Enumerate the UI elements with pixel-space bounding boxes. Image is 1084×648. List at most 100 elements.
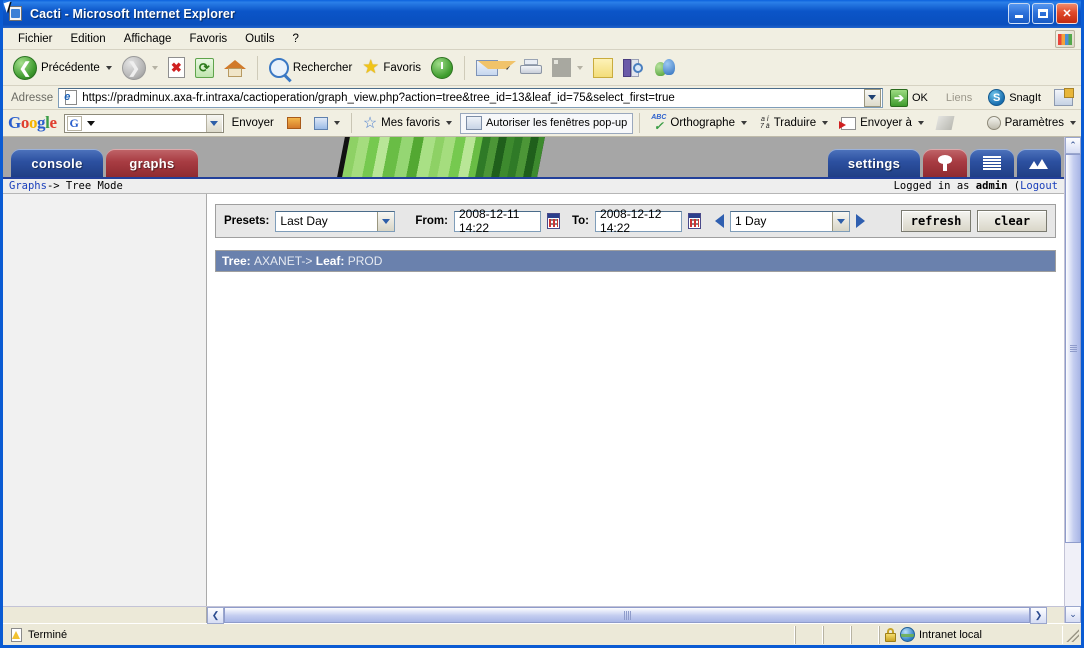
horizontal-scrollbar[interactable]: ❮ ❯	[3, 606, 1064, 624]
to-input[interactable]: 2008-12-12 14:22	[595, 207, 682, 235]
google-sendto-button[interactable]: Envoyer à	[836, 116, 929, 131]
google-search-input[interactable]: G	[63, 113, 224, 133]
menu-item-fichier[interactable]: Fichier	[9, 31, 62, 47]
from-label: From:	[415, 215, 448, 227]
maximize-button[interactable]	[1032, 3, 1054, 24]
print-button[interactable]	[516, 53, 546, 83]
sendto-caret-icon[interactable]	[917, 121, 924, 125]
search-icon	[268, 57, 289, 78]
hscroll-right-button[interactable]: ❯	[1030, 607, 1047, 624]
tab-preview-mode[interactable]	[1017, 149, 1061, 177]
autofill-caret-icon[interactable]	[333, 121, 340, 125]
google-spellcheck-button[interactable]: ABC ✓ Orthographe	[646, 114, 752, 132]
messenger-button[interactable]	[651, 53, 681, 83]
google-separator-2	[639, 113, 641, 133]
google-engine-icon[interactable]: G	[66, 115, 82, 131]
address-dropdown-button[interactable]	[863, 88, 881, 107]
google-translate-button[interactable]: a í 7 ä Traduire	[755, 115, 833, 131]
chart-icon	[1029, 157, 1049, 169]
forward-button[interactable]: ❯	[118, 53, 162, 83]
logout-link[interactable]: Logout	[1020, 180, 1058, 192]
tab-console[interactable]: console	[11, 149, 103, 177]
login-paren: (	[1007, 180, 1021, 192]
status-message-cell: Terminé	[5, 625, 795, 644]
research-button[interactable]	[619, 53, 649, 83]
go-button[interactable]: ➔ OK	[888, 88, 934, 108]
close-button[interactable]: ✕	[1056, 3, 1078, 24]
vscroll-track[interactable]	[1065, 154, 1081, 606]
refresh-button[interactable]: refresh	[901, 210, 972, 232]
left-nav-panel	[3, 194, 207, 606]
snagit-button[interactable]: S SnagIt	[984, 89, 1045, 106]
history-button[interactable]	[427, 53, 457, 83]
calendar-icon-to[interactable]	[687, 213, 702, 229]
menu-item-help[interactable]: ?	[284, 31, 308, 47]
breadcrumb-bar: Graphs-> Tree Mode Logged in as admin (L…	[3, 177, 1064, 194]
google-history-dropdown[interactable]	[205, 114, 222, 132]
timespan-select[interactable]: 1 Day	[730, 210, 851, 232]
breadcrumb-separator: ->	[46, 180, 66, 192]
vscroll-up-button[interactable]: ⌃	[1065, 137, 1081, 154]
vscroll-thumb[interactable]	[1065, 154, 1081, 543]
chevron-down-icon-2[interactable]	[832, 211, 850, 231]
spell-caret-icon[interactable]	[740, 121, 747, 125]
google-eraser-button[interactable]	[932, 115, 958, 131]
shift-left-arrow-icon[interactable]	[715, 214, 725, 228]
chevron-down-icon[interactable]	[377, 211, 395, 231]
settings-caret-icon[interactable]	[1070, 121, 1076, 125]
links-label[interactable]: Liens	[939, 92, 979, 104]
calendar-icon-from[interactable]	[546, 213, 560, 229]
google-bookmarks-button[interactable]: ☆ Mes favoris	[358, 115, 457, 132]
clear-button[interactable]: clear	[977, 210, 1048, 232]
notes-button[interactable]	[589, 53, 617, 83]
address-input[interactable]: e https://pradminux.axa-fr.intraxa/cacti…	[58, 87, 883, 108]
menu-item-favoris[interactable]: Favoris	[180, 31, 236, 47]
app-icon	[3, 1, 25, 23]
home-button[interactable]	[220, 53, 250, 83]
google-autofill-button[interactable]	[309, 116, 345, 131]
from-input[interactable]: 2008-12-11 14:22	[453, 207, 541, 235]
snagit-capture-button[interactable]	[1050, 88, 1077, 106]
cacti-right-tabs: settings	[828, 149, 1064, 177]
shift-right-arrow-icon[interactable]	[856, 214, 866, 228]
favorites-button[interactable]: ★ Favoris	[358, 53, 425, 83]
back-dropdown-caret[interactable]	[105, 65, 112, 70]
google-send-button[interactable]: Envoyer	[227, 116, 279, 130]
tab-settings[interactable]: settings	[828, 149, 920, 177]
hscroll-bar[interactable]: ❮ ❯	[207, 607, 1047, 624]
vertical-scrollbar[interactable]: ⌃ ⌄	[1064, 137, 1081, 623]
vscroll-down-button[interactable]: ⌄	[1065, 606, 1081, 623]
menu-item-outils[interactable]: Outils	[236, 31, 283, 47]
google-popup-blocker-button[interactable]: Autoriser les fenêtres pop-up	[459, 112, 634, 134]
search-button[interactable]: Rechercher	[265, 53, 356, 83]
translate-caret-icon[interactable]	[822, 121, 829, 125]
google-settings-button[interactable]: Paramètres	[982, 115, 1081, 131]
stop-button[interactable]: ✖	[164, 53, 189, 83]
refresh-button[interactable]: ⟳	[191, 53, 218, 83]
tab-tree-mode[interactable]	[923, 149, 967, 177]
google-engine-caret-icon[interactable]	[84, 116, 98, 130]
browser-toolbar: ❮ Précédente ❯ ✖ ⟳ Rechercher ★ Favoris	[3, 50, 1081, 86]
presets-select[interactable]: Last Day	[275, 210, 396, 232]
security-zone-cell[interactable]: Intranet local	[879, 625, 1063, 644]
star-icon: ★	[362, 57, 380, 78]
main-content: Presets: Last Day From: 2008-12-11 14:22…	[207, 194, 1064, 606]
to-label: To:	[571, 215, 590, 227]
menu-item-edition[interactable]: Edition	[62, 31, 115, 47]
menu-item-affichage[interactable]: Affichage	[115, 31, 181, 47]
home-icon	[223, 58, 246, 78]
resize-grip[interactable]	[1065, 627, 1079, 642]
tab-list-mode[interactable]	[970, 149, 1014, 177]
mail-button[interactable]	[472, 53, 517, 83]
minimize-button[interactable]	[1008, 3, 1030, 24]
hscroll-grip	[623, 610, 631, 620]
tab-graphs[interactable]: graphs	[106, 149, 198, 177]
back-button[interactable]: ❮ Précédente	[9, 53, 116, 83]
bookmarks-caret-icon[interactable]	[445, 121, 452, 125]
google-settings-label: Paramètres	[1004, 117, 1064, 129]
breadcrumb-link-graphs[interactable]: Graphs	[9, 180, 47, 192]
hscroll-thumb[interactable]	[224, 607, 1030, 623]
hscroll-left-button[interactable]: ❮	[207, 607, 224, 624]
google-highlight-button[interactable]	[282, 116, 306, 130]
translate-icon: a í 7 ä	[760, 116, 770, 130]
